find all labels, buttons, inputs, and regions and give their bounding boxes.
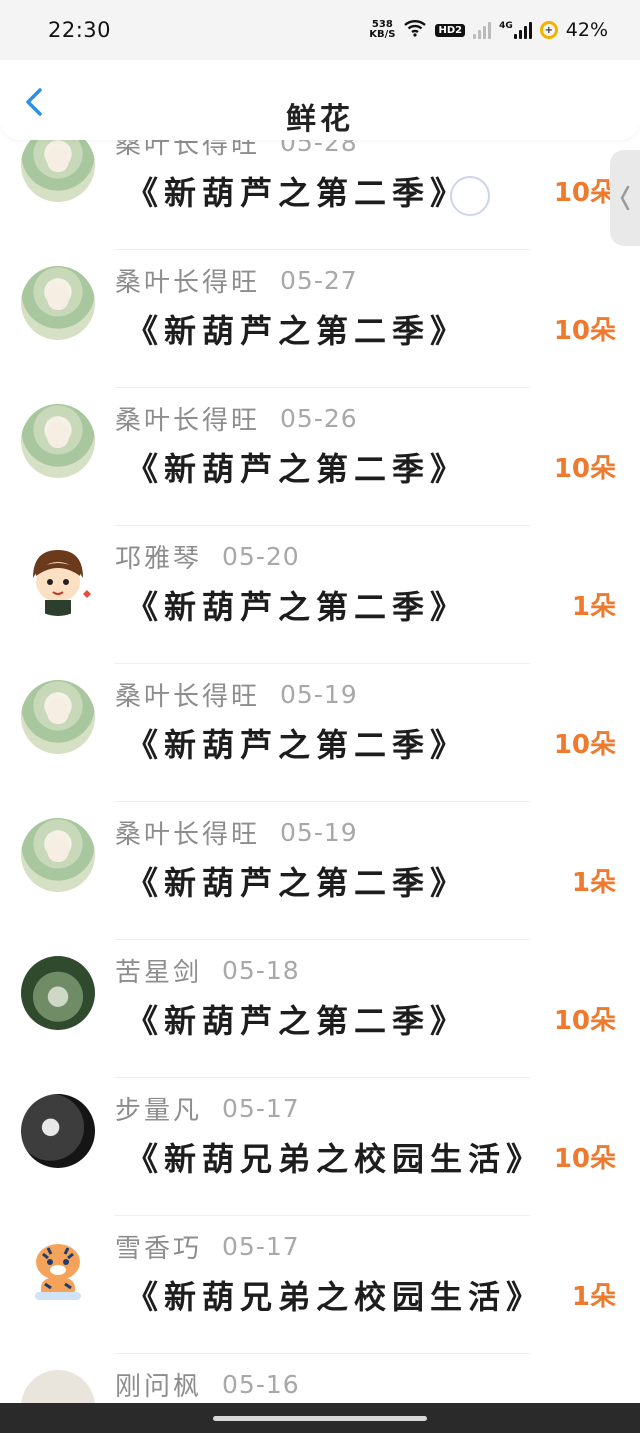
avatar[interactable] <box>21 266 95 340</box>
book-title[interactable]: 《新葫芦之第二季》 <box>126 720 468 766</box>
signal-sim1-icon <box>473 21 492 39</box>
user-name[interactable]: 桑叶长得旺 <box>115 814 260 851</box>
mobile-network-type: 4G <box>499 21 513 31</box>
list-item[interactable]: 刚问枫 05-16 <box>0 1354 640 1403</box>
avatar[interactable] <box>21 1094 95 1168</box>
status-icons: 538 KB/S HD2 4G + 42% <box>369 19 608 41</box>
gift-date: 05-26 <box>280 403 358 433</box>
row-header: 苦星剑 05-18 <box>115 952 300 988</box>
battery-icon: + <box>539 21 558 39</box>
book-title[interactable]: 《新葫芦之第二季》 <box>126 444 468 490</box>
book-title[interactable]: 《新葫芦之第二季》 <box>126 996 468 1042</box>
home-indicator[interactable] <box>213 1416 427 1421</box>
signal-sim2-icon: 4G <box>499 21 532 39</box>
list-item[interactable]: 桑叶长得旺 05-19 《新葫芦之第二季》 10朵 <box>0 664 640 802</box>
row-header: 桑叶长得旺 05-26 <box>115 400 358 436</box>
system-nav-bar <box>0 1403 640 1433</box>
user-name[interactable]: 邛雅琴 <box>115 538 202 575</box>
gift-date: 05-20 <box>222 541 300 571</box>
avatar[interactable] <box>21 542 95 616</box>
user-name[interactable]: 桑叶长得旺 <box>115 400 260 437</box>
user-name[interactable]: 刚问枫 <box>115 1366 202 1403</box>
network-speed-unit: KB/S <box>369 29 396 40</box>
book-title[interactable]: 《新葫芦之第二季》 <box>126 306 468 352</box>
flower-count: 10朵 <box>553 178 616 208</box>
chevron-left-icon <box>620 185 630 211</box>
gift-date: 05-19 <box>280 679 358 709</box>
hd-voice-badge: HD2 <box>435 23 466 37</box>
user-name[interactable]: 雪香巧 <box>115 1228 202 1265</box>
avatar[interactable] <box>21 818 95 892</box>
avatar[interactable] <box>21 1232 95 1306</box>
book-title[interactable]: 《新葫芦之第二季》 <box>126 168 468 214</box>
flower-count: 10朵 <box>553 1144 616 1174</box>
list-item[interactable]: 步量凡 05-17 《新葫兄弟之校园生活》 10朵 <box>0 1078 640 1216</box>
avatar[interactable] <box>21 680 95 754</box>
flower-count: 1朵 <box>571 1282 616 1312</box>
list-item[interactable]: 桑叶长得旺 05-26 《新葫芦之第二季》 10朵 <box>0 388 640 526</box>
network-speed: 538 KB/S <box>369 20 395 40</box>
gift-date: 05-16 <box>222 1369 300 1399</box>
gift-date: 05-27 <box>280 265 358 295</box>
status-time: 22:30 <box>48 18 112 42</box>
list-item[interactable]: 邛雅琴 05-20 《新葫芦之第二季》 1朵 <box>0 526 640 664</box>
flower-count: 1朵 <box>571 868 616 898</box>
flower-count: 10朵 <box>553 730 616 760</box>
avatar[interactable] <box>21 956 95 1030</box>
row-header: 步量凡 05-17 <box>115 1090 300 1126</box>
user-name[interactable]: 桑叶长得旺 <box>115 676 260 713</box>
book-title[interactable]: 《新葫兄弟之校园生活》 <box>126 1272 544 1318</box>
top-nav: 鲜花 <box>0 60 640 140</box>
list-item[interactable]: 雪香巧 05-17 《新葫兄弟之校园生活》 1朵 <box>0 1216 640 1354</box>
loading-indicator <box>450 176 490 216</box>
gift-date: 05-17 <box>222 1093 300 1123</box>
list-item[interactable]: 桑叶长得旺 05-27 《新葫芦之第二季》 10朵 <box>0 250 640 388</box>
row-header: 桑叶长得旺 05-19 <box>115 676 358 712</box>
avatar[interactable] <box>21 404 95 478</box>
gift-date: 05-19 <box>280 817 358 847</box>
user-name[interactable]: 桑叶长得旺 <box>115 262 260 299</box>
book-title[interactable]: 《新葫芦之第二季》 <box>126 582 468 628</box>
list-item[interactable]: 苦星剑 05-18 《新葫芦之第二季》 10朵 <box>0 940 640 1078</box>
row-header: 邛雅琴 05-20 <box>115 538 300 574</box>
book-title[interactable]: 《新葫兄弟之校园生活》 <box>126 1134 544 1180</box>
gift-date: 05-17 <box>222 1231 300 1261</box>
battery-percent: 42% <box>565 19 608 41</box>
status-bar: 22:30 538 KB/S HD2 4G + 42% <box>0 0 640 60</box>
flower-count: 10朵 <box>553 1006 616 1036</box>
wifi-icon <box>403 19 427 41</box>
avatar[interactable] <box>21 1370 95 1403</box>
user-name[interactable]: 苦星剑 <box>115 952 202 989</box>
flower-count: 1朵 <box>571 592 616 622</box>
flower-count: 10朵 <box>553 316 616 346</box>
gift-date: 05-18 <box>222 955 300 985</box>
user-name[interactable]: 步量凡 <box>115 1090 202 1127</box>
side-drawer-handle[interactable] <box>610 150 640 246</box>
flower-count: 10朵 <box>553 454 616 484</box>
row-header: 桑叶长得旺 05-19 <box>115 814 358 850</box>
row-header: 刚问枫 05-16 <box>115 1366 300 1402</box>
list-item[interactable]: 桑叶长得旺 05-19 《新葫芦之第二季》 1朵 <box>0 802 640 940</box>
row-header: 雪香巧 05-17 <box>115 1228 300 1264</box>
book-title[interactable]: 《新葫芦之第二季》 <box>126 858 468 904</box>
page-title: 鲜花 <box>286 102 354 134</box>
row-header: 桑叶长得旺 05-27 <box>115 262 358 298</box>
flower-list[interactable]: 桑叶长得旺 05-28 《新葫芦之第二季》 10朵 桑叶长得旺 05-27 《新葫芦之第二季… <box>0 0 640 1403</box>
